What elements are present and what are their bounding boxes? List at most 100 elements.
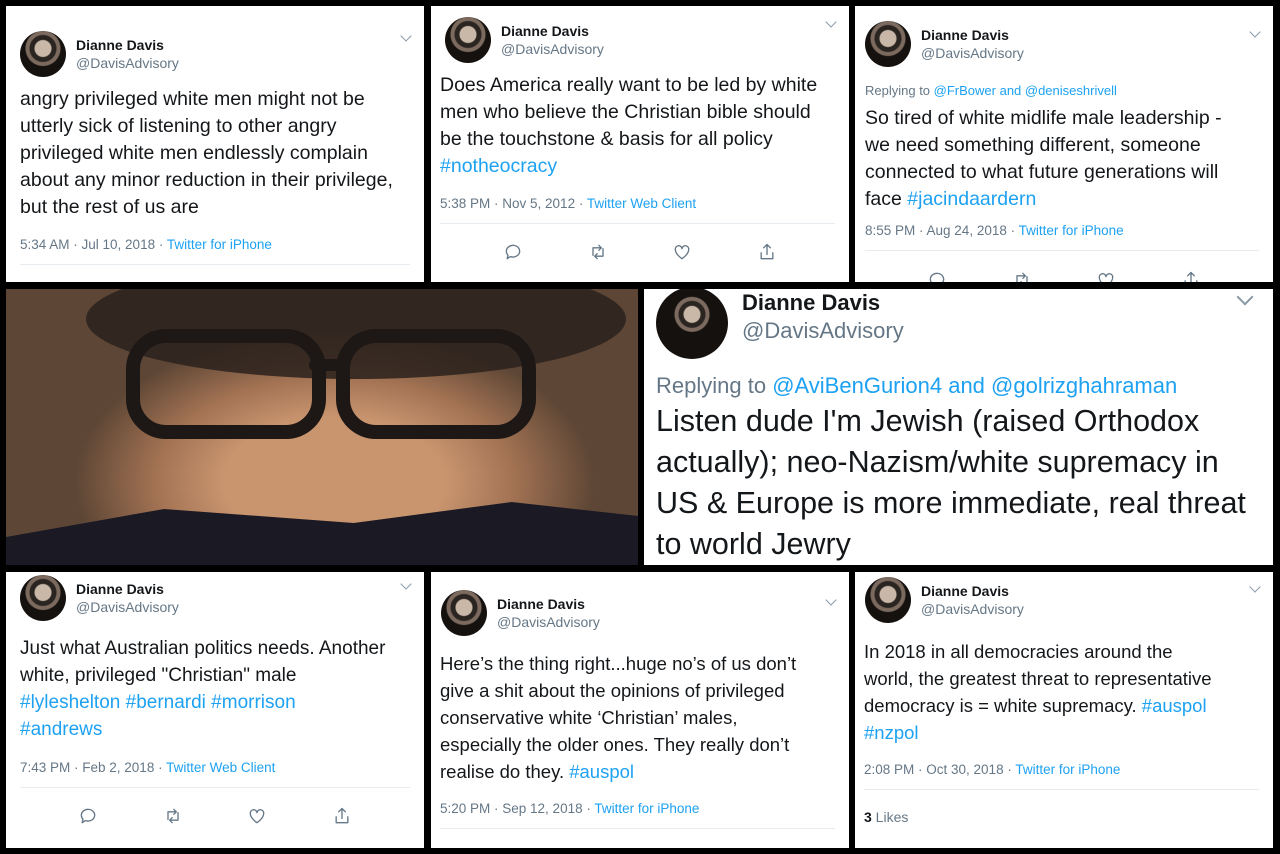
tweet-header: Dianne Davis @DavisAdvisory <box>445 14 604 66</box>
hashtag-links[interactable]: #lyleshelton #bernardi #morrison <box>20 689 412 716</box>
timestamp[interactable]: 2:08 PM · Oct 30, 2018 · <box>864 762 1015 777</box>
client-link[interactable]: Twitter for iPhone <box>594 801 699 816</box>
tweet-card[interactable]: Dianne Davis @DavisAdvisory Just what Au… <box>6 572 424 848</box>
chevron-down-icon[interactable] <box>1236 289 1254 306</box>
client-link[interactable]: Twitter for iPhone <box>1015 762 1120 777</box>
client-link[interactable]: Twitter for iPhone <box>167 237 272 252</box>
replying-to-label: Replying to <box>865 83 934 98</box>
tweet-meta: 7:43 PM · Feb 2, 2018 · Twitter Web Clie… <box>20 760 410 788</box>
hashtag-link[interactable]: #jacindaardern <box>907 188 1036 210</box>
tweet-text-line: democracy is = white supremacy. #auspol <box>864 692 1261 719</box>
chevron-down-icon[interactable] <box>825 16 837 28</box>
share-button[interactable] <box>747 240 787 264</box>
replying-to: Replying to @FrBower and @deniseshrivell <box>865 83 1117 98</box>
avatar[interactable] <box>865 21 911 67</box>
timestamp[interactable]: 5:34 AM · Jul 10, 2018 · <box>20 237 167 252</box>
tweet-text-line: Does America really want to be led by wh… <box>440 74 818 96</box>
like-button[interactable] <box>1086 268 1126 282</box>
display-name[interactable]: Dianne Davis <box>497 595 600 613</box>
tweet-text: Here’s the thing right...huge no’s of us… <box>440 650 837 785</box>
tweet-card[interactable]: Dianne Davis @DavisAdvisory Replying to … <box>644 289 1273 565</box>
display-name[interactable]: Dianne Davis <box>742 289 904 317</box>
user-handle[interactable]: @DavisAdvisory <box>742 317 904 345</box>
chevron-down-icon[interactable] <box>400 578 412 590</box>
like-button[interactable] <box>662 240 702 264</box>
display-name[interactable]: Dianne Davis <box>501 22 604 40</box>
display-name[interactable]: Dianne Davis <box>76 580 179 598</box>
likes-number: 3 <box>864 809 872 825</box>
tweet-card[interactable]: Dianne Davis @DavisAdvisory In 2018 in a… <box>855 572 1273 848</box>
client-link[interactable]: Twitter Web Client <box>166 760 275 775</box>
hashtag-link[interactable]: #notheocracy <box>440 153 837 180</box>
avatar[interactable] <box>20 31 66 77</box>
tweet-card[interactable]: Dianne Davis @DavisAdvisory Here’s the t… <box>431 572 849 848</box>
timestamp[interactable]: 7:43 PM · Feb 2, 2018 · <box>20 760 166 775</box>
timestamp[interactable]: 5:20 PM · Sep 12, 2018 · <box>440 801 594 816</box>
tweet-text-line: to world Jewry <box>656 527 851 561</box>
tweet-text-fragment: democracy is = white supremacy. <box>864 695 1142 716</box>
avatar[interactable] <box>865 577 911 623</box>
user-handle[interactable]: @DavisAdvisory <box>921 600 1024 618</box>
reply-icon <box>80 808 96 824</box>
reply-button[interactable] <box>917 268 957 282</box>
tweet-card[interactable]: Dianne Davis @DavisAdvisory Does America… <box>431 6 849 282</box>
client-link[interactable]: Twitter for iPhone <box>1019 223 1124 238</box>
retweet-icon <box>167 808 179 824</box>
tweet-text-line: men who believe the Christian bible shou… <box>440 101 811 123</box>
tweet-actions <box>431 240 849 264</box>
tweet-text-line: Here’s the thing right...huge no’s of us… <box>440 653 797 674</box>
chevron-down-icon[interactable] <box>400 30 412 42</box>
chevron-down-icon[interactable] <box>1249 26 1261 38</box>
user-handle[interactable]: @DavisAdvisory <box>501 40 604 58</box>
hashtag-link[interactable]: #nzpol <box>864 719 1261 746</box>
share-button[interactable] <box>322 804 362 828</box>
reply-button[interactable] <box>68 804 108 828</box>
tweet-text-line: face #jacindaardern <box>865 186 1261 213</box>
retweet-button[interactable] <box>1002 268 1042 282</box>
glasses-right-lens <box>336 329 536 439</box>
tweet-text-line: utterly sick of listening to other angry <box>20 115 337 137</box>
retweet-button[interactable] <box>578 240 618 264</box>
tweet-actions <box>855 268 1273 282</box>
tweet-card[interactable]: Dianne Davis @DavisAdvisory angry privil… <box>6 6 424 282</box>
display-name[interactable]: Dianne Davis <box>76 36 179 54</box>
tweet-meta: 5:38 PM · Nov 5, 2012 · Twitter Web Clie… <box>440 196 835 224</box>
photo-clothing <box>6 502 638 565</box>
like-icon <box>1098 273 1114 282</box>
chevron-down-icon[interactable] <box>1249 581 1261 593</box>
glasses-left-lens <box>126 329 326 439</box>
tweet-text-line: Listen dude I'm Jewish (raised Orthodox <box>656 404 1200 438</box>
hashtag-link[interactable]: #auspol <box>1142 695 1207 716</box>
timestamp[interactable]: 8:55 PM · Aug 24, 2018 · <box>865 223 1019 238</box>
hashtag-link[interactable]: #auspol <box>569 761 634 782</box>
tweet-card[interactable]: Dianne Davis @DavisAdvisory Replying to … <box>855 6 1273 282</box>
reply-mentions-link[interactable]: @AviBenGurion4 and @golrizghahraman <box>772 373 1177 398</box>
glasses-bridge <box>309 359 349 371</box>
user-handle[interactable]: @DavisAdvisory <box>76 598 179 616</box>
display-name[interactable]: Dianne Davis <box>921 26 1024 44</box>
chevron-down-icon[interactable] <box>825 594 837 606</box>
share-icon <box>760 243 774 260</box>
reply-button[interactable] <box>493 240 533 264</box>
like-button[interactable] <box>237 804 277 828</box>
tweet-text-line: angry privileged white men might not be <box>20 88 365 110</box>
tweet-text-line: be the touchstone & basis for all policy <box>440 128 773 150</box>
reply-mentions-link[interactable]: @FrBower and @deniseshrivell <box>934 83 1117 98</box>
user-handle[interactable]: @DavisAdvisory <box>76 54 179 72</box>
avatar[interactable] <box>441 590 487 636</box>
tweet-text-fragment: realise do they. <box>440 761 570 782</box>
tweet-text-line: realise do they. #auspol <box>440 758 837 785</box>
user-handle[interactable]: @DavisAdvisory <box>497 613 600 631</box>
user-handle[interactable]: @DavisAdvisory <box>921 44 1024 62</box>
share-button[interactable] <box>1171 268 1211 282</box>
hashtag-link[interactable]: #andrews <box>20 716 412 743</box>
timestamp[interactable]: 5:38 PM · Nov 5, 2012 · <box>440 196 587 211</box>
avatar[interactable] <box>445 17 491 63</box>
client-link[interactable]: Twitter Web Client <box>587 196 696 211</box>
retweet-button[interactable] <box>153 804 193 828</box>
display-name[interactable]: Dianne Davis <box>921 582 1024 600</box>
avatar[interactable] <box>656 289 728 359</box>
tweet-text-line: privileged white men endlessly complain <box>20 142 368 164</box>
likes-count[interactable]: 3 Likes <box>864 809 908 825</box>
avatar[interactable] <box>20 575 66 621</box>
